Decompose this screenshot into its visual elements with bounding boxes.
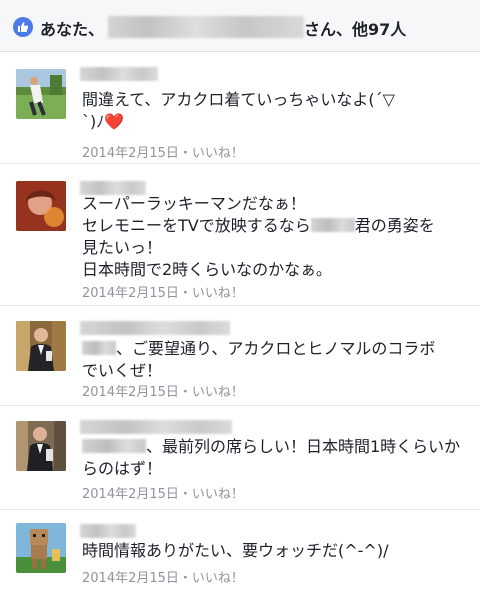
like-link[interactable]: いいね！ bbox=[192, 571, 244, 586]
like-link[interactable]: いいね！ bbox=[192, 146, 244, 161]
likes-summary-bar[interactable]: あなた、 さん、他97人 bbox=[0, 0, 480, 52]
avatar[interactable] bbox=[16, 421, 66, 471]
comment-meta: 2014年2月15日・いいね！ bbox=[82, 146, 244, 161]
redacted-name bbox=[310, 218, 355, 232]
comment-meta: 2014年2月15日・いいね！ bbox=[82, 385, 244, 400]
comment-date: 2014年2月15日 bbox=[82, 286, 179, 301]
comment-text: 時間情報ありがたい、要ウォッチだ(^-^)/ bbox=[82, 541, 389, 560]
redacted-name bbox=[82, 341, 116, 355]
comment-date: 2014年2月15日 bbox=[82, 385, 179, 400]
redacted-name bbox=[108, 16, 304, 38]
likes-you-label: あなた、 bbox=[40, 20, 105, 39]
redacted-commenter-name[interactable] bbox=[80, 420, 232, 434]
comment-text: 、最前列の席らしい！日本時間1時くらいか らのはず！ bbox=[82, 437, 461, 478]
comment-item: 、ご要望通り、アカクロとヒノマルのコラボ でいくぜ！ 2014年2月15日・いい… bbox=[0, 306, 480, 406]
comment-meta: 2014年2月15日・いいね！ bbox=[82, 286, 244, 301]
comment-text: スーパーラッキーマンだなぁ！ セレモニーをTVで放映するなら 君の勇姿を 見たいっ… bbox=[82, 194, 435, 279]
comment-date: 2014年2月15日 bbox=[82, 146, 179, 161]
likes-count-label: さん、他97人 bbox=[304, 20, 407, 39]
redacted-commenter-name[interactable] bbox=[80, 67, 158, 81]
like-link[interactable]: いいね！ bbox=[192, 286, 244, 301]
like-link[interactable]: いいね！ bbox=[192, 487, 244, 502]
comment-date: 2014年2月15日 bbox=[82, 487, 179, 502]
comment-text: 間違えて、アカクロ着ていっちゃいなよ(´▽ `)ﾉ❤️ bbox=[82, 90, 395, 131]
redacted-commenter-name[interactable] bbox=[80, 524, 136, 538]
redacted-name bbox=[82, 439, 146, 453]
thumbs-up-icon bbox=[13, 17, 33, 37]
comment-date: 2014年2月15日 bbox=[82, 571, 179, 586]
heart-emoji: ❤️ bbox=[104, 112, 125, 131]
comment-item: 時間情報ありがたい、要ウォッチだ(^-^)/ 2014年2月15日・いいね！ bbox=[0, 510, 480, 592]
like-link[interactable]: いいね！ bbox=[192, 385, 244, 400]
avatar[interactable] bbox=[16, 523, 66, 573]
avatar[interactable] bbox=[16, 181, 66, 231]
comment-item: 、最前列の席らしい！日本時間1時くらいか らのはず！ 2014年2月15日・いい… bbox=[0, 406, 480, 510]
comment-item: スーパーラッキーマンだなぁ！ セレモニーをTVで放映するなら 君の勇姿を 見たいっ… bbox=[0, 164, 480, 306]
avatar[interactable] bbox=[16, 321, 66, 371]
comment-meta: 2014年2月15日・いいね！ bbox=[82, 571, 244, 586]
comment-text: 、ご要望通り、アカクロとヒノマルのコラボ でいくぜ！ bbox=[82, 339, 436, 380]
avatar[interactable] bbox=[16, 69, 66, 119]
redacted-commenter-name[interactable] bbox=[80, 321, 230, 335]
comment-item: 間違えて、アカクロ着ていっちゃいなよ(´▽ `)ﾉ❤️ 2014年2月15日・い… bbox=[0, 52, 480, 164]
comment-meta: 2014年2月15日・いいね！ bbox=[82, 487, 244, 502]
